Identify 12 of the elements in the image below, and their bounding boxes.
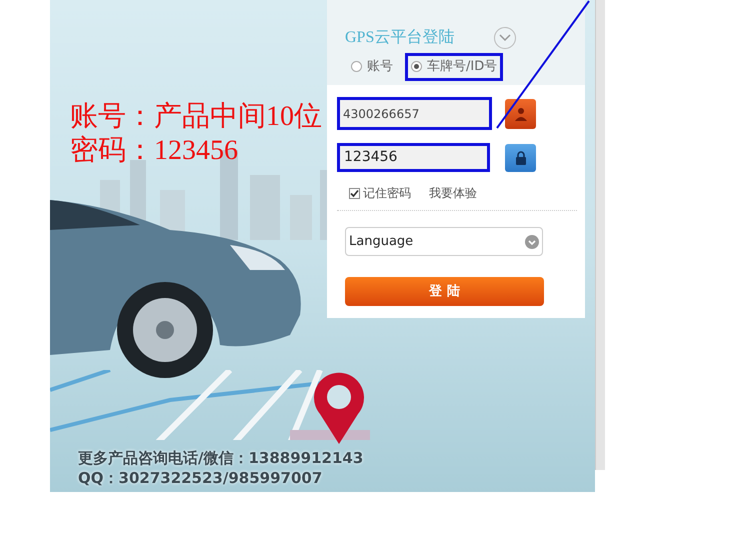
annotation-text: 账号：产品中间10位 bbox=[70, 100, 322, 134]
username-field[interactable]: 4300266657 bbox=[337, 97, 492, 130]
login-title: GPS云平台登陆 bbox=[345, 28, 454, 48]
remember-checkbox[interactable]: 记住密码 bbox=[349, 184, 411, 202]
login-type-radio[interactable]: 账号 bbox=[345, 53, 399, 80]
contact-text: 更多产品咨询电话/微信：13889912143 bbox=[78, 448, 364, 468]
contact-text: QQ：3027322523/985997007 bbox=[78, 468, 324, 488]
password-field[interactable]: 123456 bbox=[337, 143, 490, 172]
annotation-text: 密码：123456 bbox=[70, 134, 239, 168]
language-select[interactable]: Language bbox=[345, 227, 543, 256]
trial-link[interactable]: 我要体验 bbox=[429, 184, 477, 202]
login-type-radio[interactable]: 车牌号/ID号 bbox=[405, 53, 504, 80]
